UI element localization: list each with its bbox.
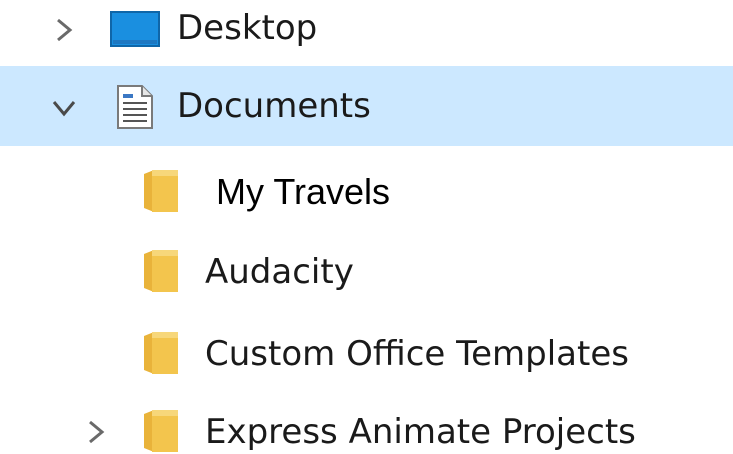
tree-item-documents[interactable]: Documents	[0, 66, 733, 146]
tree-item-label: My Travels	[216, 171, 391, 212]
folder-icon	[140, 330, 180, 376]
tree-item-label: Desktop	[177, 8, 318, 48]
navigation-tree: Desktop Documents My Travels Audacity Cu…	[0, 0, 733, 454]
tree-item-audacity[interactable]: Audacity	[0, 230, 733, 310]
tree-item-label: Express Animate Projects	[205, 412, 636, 452]
folder-icon	[140, 248, 180, 294]
desktop-icon	[110, 10, 160, 50]
tree-item-my-travels[interactable]: My Travels	[0, 150, 733, 230]
document-icon	[116, 84, 154, 130]
folder-icon	[140, 408, 180, 454]
folder-icon	[140, 168, 180, 214]
chevron-right-icon[interactable]	[46, 12, 82, 48]
tree-item-label: Custom Office Templates	[205, 334, 629, 374]
tree-item-desktop[interactable]: Desktop	[0, 0, 733, 68]
tree-item-custom-office-templates[interactable]: Custom Office Templates	[0, 312, 733, 392]
tree-item-label: Audacity	[205, 252, 354, 292]
chevron-right-icon[interactable]	[78, 414, 114, 450]
tree-item-label: Documents	[177, 86, 371, 126]
chevron-down-icon[interactable]	[46, 90, 82, 126]
tree-item-express-animate-projects[interactable]: Express Animate Projects	[0, 392, 733, 454]
